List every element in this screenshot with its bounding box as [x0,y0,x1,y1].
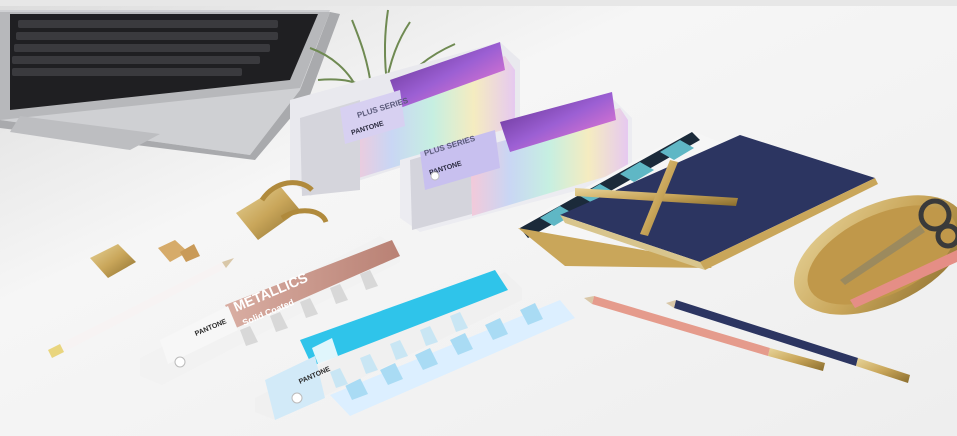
top-edge [0,0,957,6]
photo-scene: PLUS SERIES PANTONE PLUS SERIES PANTONE [0,0,957,436]
scene-svg: PLUS SERIES PANTONE PLUS SERIES PANTONE [0,0,957,436]
